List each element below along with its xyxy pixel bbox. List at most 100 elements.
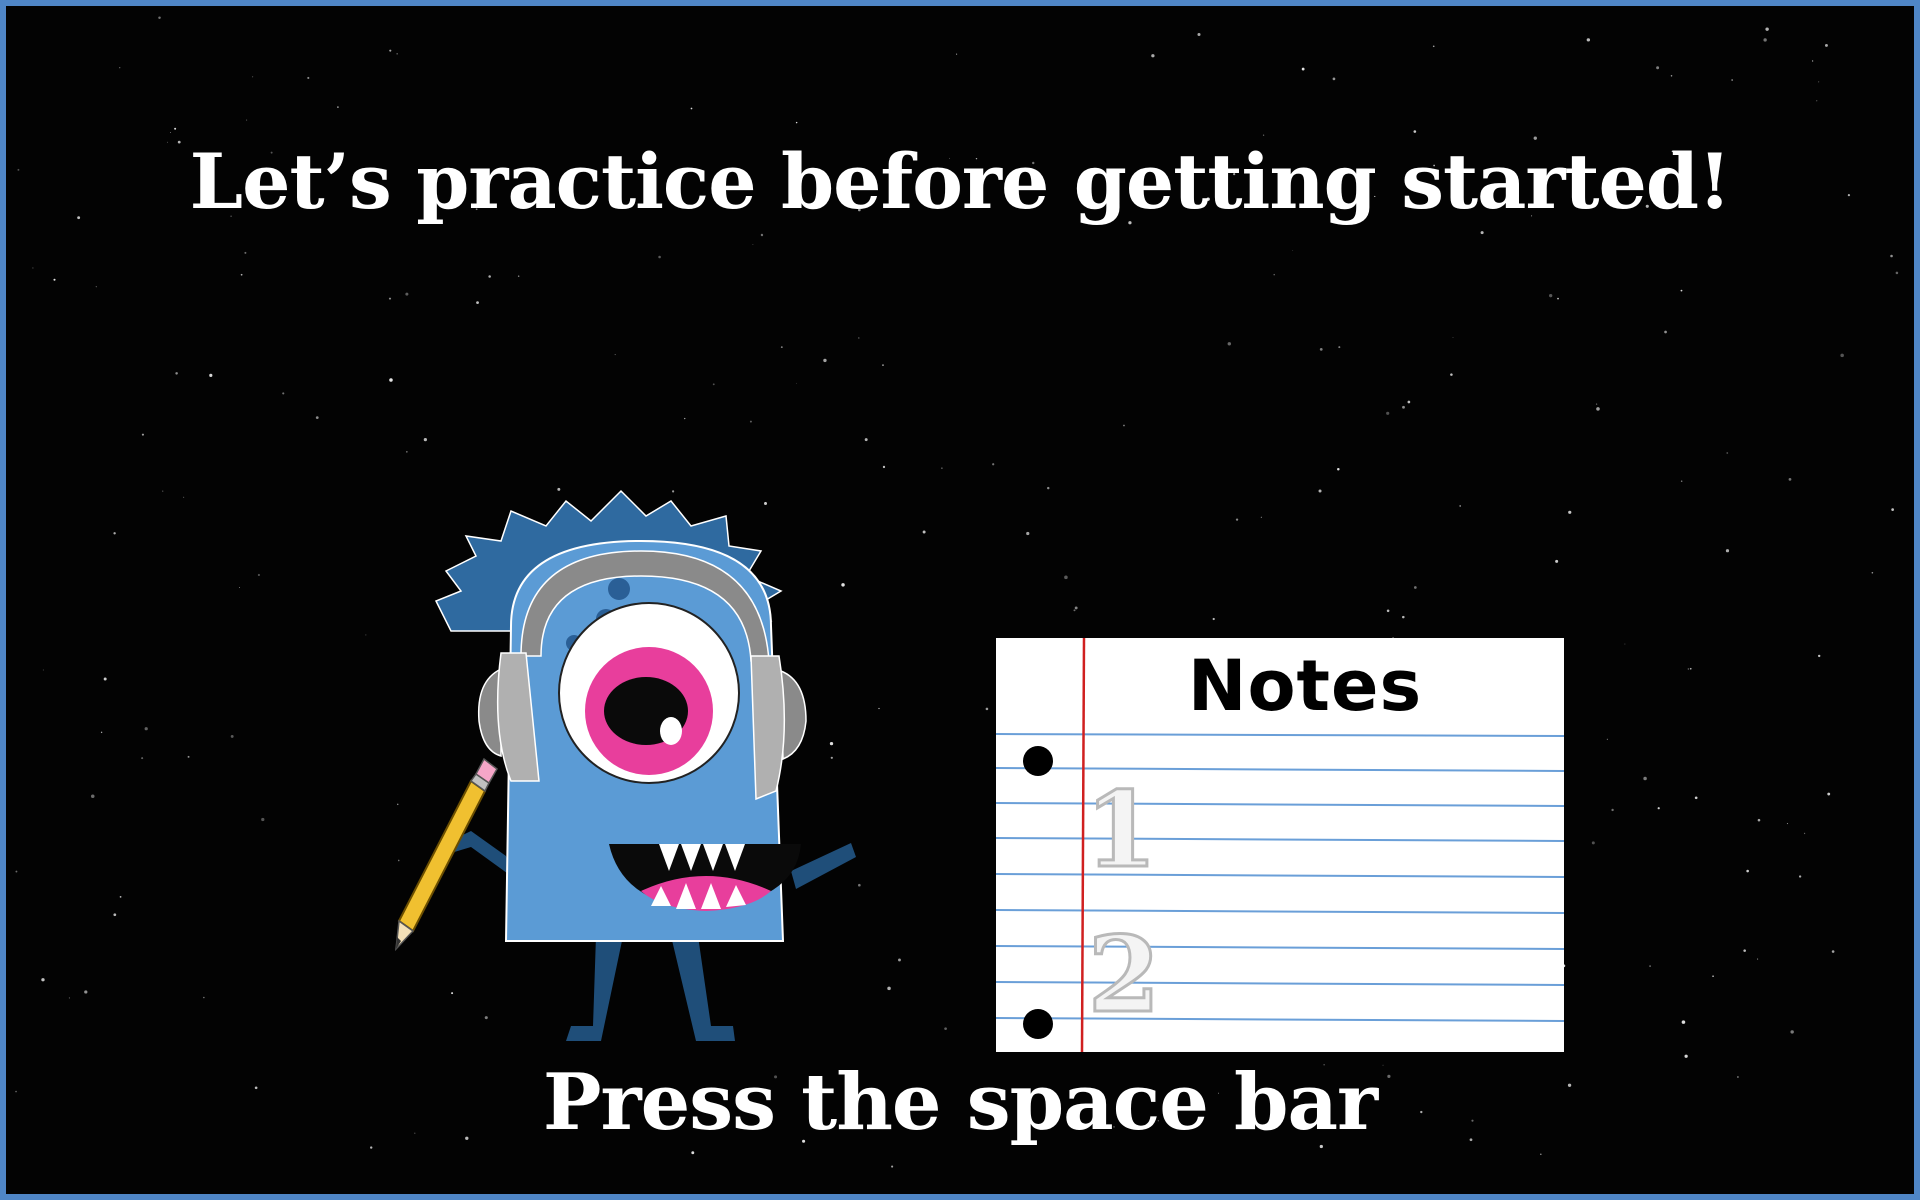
star	[1452, 337, 1454, 339]
star	[282, 392, 285, 395]
star	[823, 358, 827, 363]
star	[1681, 1020, 1686, 1024]
star	[166, 141, 169, 143]
star	[891, 1165, 894, 1168]
star	[1817, 654, 1821, 658]
star	[1895, 271, 1899, 275]
star	[1557, 297, 1559, 300]
star	[1803, 832, 1806, 835]
star	[1790, 1030, 1794, 1034]
star	[68, 997, 70, 999]
star	[1318, 489, 1322, 493]
star	[1871, 571, 1874, 574]
star	[1725, 549, 1730, 553]
notes-number-1: 1	[1085, 768, 1157, 891]
star	[1407, 400, 1411, 404]
star	[1338, 346, 1341, 349]
star	[1786, 822, 1789, 825]
star	[1337, 467, 1340, 471]
star	[175, 372, 178, 375]
star	[1197, 32, 1201, 37]
star	[1073, 609, 1076, 612]
star	[1480, 231, 1484, 235]
star	[1123, 424, 1125, 427]
star	[405, 292, 409, 296]
star	[1831, 950, 1835, 953]
star	[882, 465, 886, 469]
star	[1757, 958, 1759, 960]
star	[1586, 38, 1591, 42]
star	[1643, 776, 1647, 781]
star	[1891, 508, 1894, 511]
star	[103, 677, 107, 681]
monster-left-leg	[566, 936, 623, 1041]
star	[113, 913, 117, 917]
star	[423, 438, 427, 442]
star	[389, 378, 393, 382]
star	[1301, 67, 1305, 71]
star	[1273, 273, 1275, 276]
star	[370, 1146, 373, 1149]
star	[1687, 668, 1689, 670]
star	[1840, 353, 1844, 358]
star	[100, 731, 103, 734]
star	[1026, 531, 1030, 536]
star	[1555, 559, 1559, 563]
star	[1540, 1153, 1542, 1155]
star	[1656, 66, 1660, 70]
star	[389, 49, 392, 52]
star	[1664, 330, 1667, 334]
star	[1319, 347, 1323, 351]
star	[1595, 403, 1598, 405]
star	[170, 131, 172, 133]
star	[174, 127, 177, 130]
star	[864, 438, 868, 442]
star	[1788, 477, 1792, 481]
star	[1824, 43, 1828, 47]
star	[1568, 510, 1572, 514]
star	[1649, 965, 1651, 967]
star	[1459, 505, 1461, 507]
notes-heading: Notes	[1187, 645, 1423, 727]
star	[858, 337, 860, 339]
monster-right-leg	[671, 936, 735, 1041]
star	[944, 1027, 947, 1031]
star	[690, 107, 693, 110]
star	[1260, 516, 1262, 518]
star	[956, 53, 958, 55]
star	[1743, 949, 1746, 952]
star	[1746, 869, 1749, 873]
star	[406, 451, 408, 453]
star	[209, 373, 213, 377]
star	[1262, 134, 1265, 136]
star	[488, 275, 491, 278]
game-screen[interactable]: Let’s practice before getting started! 1…	[0, 0, 1920, 1200]
star	[15, 870, 18, 873]
star	[396, 53, 398, 55]
star	[795, 121, 798, 124]
star	[992, 463, 995, 466]
star	[230, 734, 234, 738]
star	[337, 106, 339, 108]
star	[158, 16, 161, 20]
star	[141, 433, 144, 436]
star	[1680, 289, 1683, 292]
star	[119, 67, 121, 69]
star	[1765, 27, 1769, 31]
star	[749, 420, 752, 423]
star	[760, 233, 764, 237]
page-title: Let’s practice before getting started!	[189, 137, 1732, 226]
star	[684, 417, 686, 420]
star	[1047, 486, 1050, 490]
star	[1402, 615, 1405, 619]
headphones-right-cup	[750, 655, 786, 801]
star	[752, 243, 754, 245]
star	[1386, 609, 1390, 613]
star	[162, 490, 164, 492]
star	[261, 817, 265, 822]
star	[1624, 643, 1626, 645]
star	[1731, 79, 1734, 81]
star	[1432, 45, 1435, 48]
star	[257, 573, 261, 577]
star	[1827, 792, 1831, 796]
